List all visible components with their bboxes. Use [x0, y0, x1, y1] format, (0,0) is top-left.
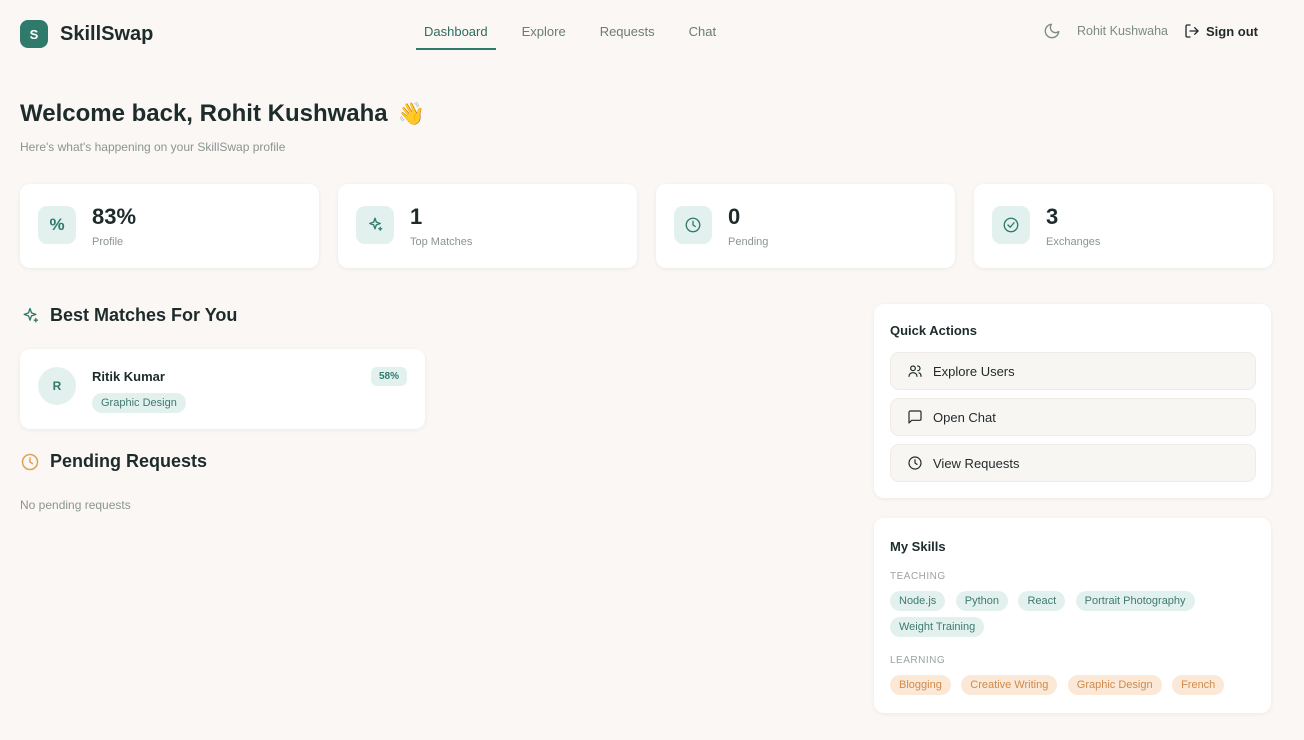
nav-dashboard[interactable]: Dashboard — [416, 8, 496, 50]
stat-card-profile: % 83% Profile — [20, 184, 319, 268]
match-name: Ritik Kumar — [92, 369, 165, 384]
stat-value: 3 — [1046, 204, 1059, 229]
clock-icon — [674, 206, 712, 244]
stat-card-exchanges: 3 Exchanges — [974, 184, 1273, 268]
stat-value: 83% — [92, 204, 137, 229]
stat-card-top-matches: 1 Top Matches — [338, 184, 637, 268]
teaching-label: TEACHING — [890, 571, 946, 582]
my-skills-title: My Skills — [890, 539, 946, 554]
app-frame: S SkillSwap Dashboard Explore Requests C… — [6, 8, 1298, 736]
stat-value: 0 — [728, 204, 741, 229]
learning-tags: Blogging Creative Writing Graphic Design… — [890, 675, 1260, 701]
explore-users-button[interactable]: Explore Users — [890, 352, 1256, 390]
log-out-icon — [1185, 24, 1199, 38]
brand[interactable]: S SkillSwap — [20, 20, 153, 48]
best-matches-title: Best Matches For You — [50, 305, 238, 325]
percent-icon: % — [38, 206, 76, 244]
quick-actions-panel: Quick Actions Explore Users Open Chat Vi… — [874, 304, 1271, 498]
view-requests-button[interactable]: View Requests — [890, 444, 1256, 482]
skill-tag: React — [1018, 591, 1066, 611]
sparkles-icon — [356, 206, 394, 244]
welcome-text: Welcome back, Rohit Kushwaha — [20, 100, 388, 127]
pending-empty-text: No pending requests — [20, 498, 131, 512]
pending-requests-title: Pending Requests — [50, 451, 208, 471]
nav-explore[interactable]: Explore — [514, 8, 574, 50]
skill-tag: Blogging — [890, 675, 951, 695]
page-title: Welcome back, Rohit Kushwaha 👋 — [20, 100, 425, 128]
skill-tag: Weight Training — [890, 617, 985, 637]
skill-tag: Portrait Photography — [1075, 591, 1195, 611]
skill-tag: French — [1172, 675, 1225, 695]
open-chat-button[interactable]: Open Chat — [890, 398, 1256, 436]
clock-icon — [21, 453, 39, 470]
wave-icon: 👋 — [397, 101, 426, 126]
user-name: Rohit Kushwaha — [1076, 24, 1168, 38]
header-right: Rohit Kushwaha Sign out — [1043, 22, 1258, 40]
moon-icon[interactable] — [1043, 22, 1061, 40]
learning-label: LEARNING — [890, 655, 946, 666]
skill-tag: Node.js — [890, 591, 946, 611]
clock-icon — [908, 456, 922, 470]
page-subtitle: Here's what's happening on your SkillSwa… — [20, 140, 286, 154]
brand-logo: S — [20, 20, 48, 48]
sign-out-button[interactable]: Sign out — [1184, 23, 1258, 39]
main-nav: Dashboard Explore Requests Chat — [416, 8, 742, 54]
view-requests-label: View Requests — [933, 455, 1020, 471]
teaching-tags: Node.js Python React Portrait Photograph… — [890, 591, 1260, 643]
pending-requests-heading: Pending Requests — [20, 451, 207, 472]
message-square-icon — [908, 410, 922, 424]
stat-value: 1 — [410, 204, 423, 229]
open-chat-label: Open Chat — [933, 409, 996, 425]
stats-row: % 83% Profile 1 Top Matches 0 Pending 3 … — [20, 184, 1273, 268]
sign-out-label: Sign out — [1206, 23, 1258, 39]
skill-tag: Python — [955, 591, 1008, 611]
stat-label: Top Matches — [410, 236, 473, 248]
skill-tag: Graphic Design — [1067, 675, 1162, 695]
brand-name: SkillSwap — [60, 22, 154, 45]
stat-label: Exchanges — [1046, 236, 1101, 248]
users-icon — [908, 365, 922, 377]
top-nav-bar: S SkillSwap Dashboard Explore Requests C… — [6, 8, 1298, 60]
stat-card-pending: 0 Pending — [656, 184, 955, 268]
match-card[interactable]: R Ritik Kumar 58% Graphic Design — [20, 349, 425, 429]
check-circle-icon — [992, 206, 1030, 244]
explore-users-label: Explore Users — [933, 363, 1015, 379]
nav-requests[interactable]: Requests — [592, 8, 663, 50]
skill-tag: Graphic Design — [92, 393, 186, 413]
nav-chat[interactable]: Chat — [681, 8, 724, 50]
avatar: R — [38, 367, 76, 405]
sparkles-icon — [23, 307, 39, 322]
skill-tag: Creative Writing — [961, 675, 1058, 695]
quick-actions-title: Quick Actions — [890, 323, 977, 338]
match-score-badge: 58% — [370, 367, 407, 386]
stat-label: Pending — [728, 236, 769, 248]
best-matches-heading: Best Matches For You — [20, 305, 237, 326]
stat-label: Profile — [92, 236, 124, 248]
my-skills-panel: My Skills TEACHING Node.js Python React … — [874, 518, 1271, 713]
